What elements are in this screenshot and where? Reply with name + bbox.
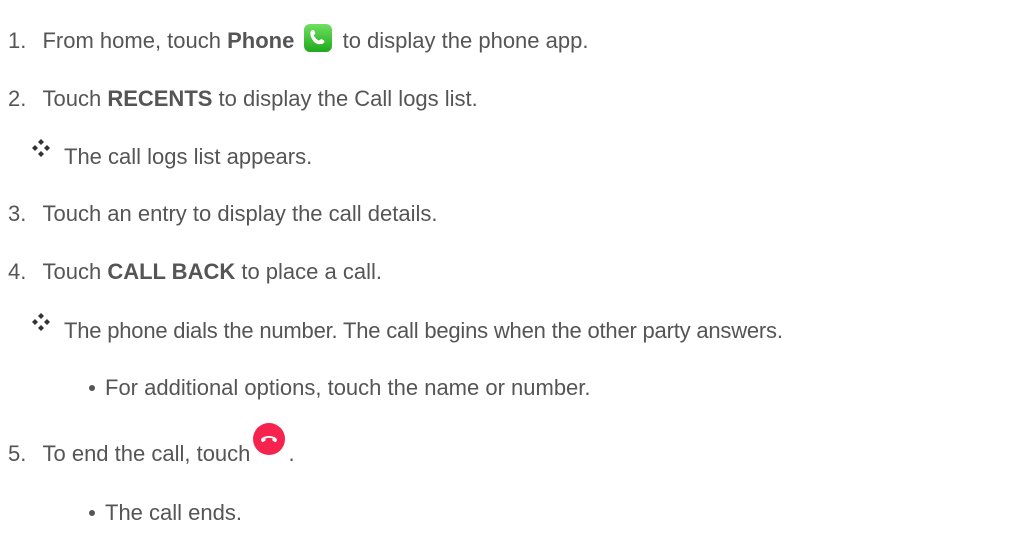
step-number: 5. [8, 441, 27, 466]
bullet-item-2: The call ends. [105, 498, 242, 528]
bullet-item-1: For additional options, touch the name o… [105, 373, 591, 403]
step-bold: RECENTS [107, 86, 213, 111]
step-number: 4. [8, 259, 27, 284]
step-1: 1. From home, touch Phone to display the… [8, 24, 589, 56]
step-bold: Phone [227, 28, 295, 53]
result-1: The call logs list appears. [64, 142, 312, 172]
bullet-text: For additional options, touch the name o… [105, 375, 591, 400]
step-number: 1. [8, 28, 27, 53]
step-3: 3. Touch an entry to display the call de… [8, 199, 438, 229]
step-bold: CALL BACK [107, 259, 236, 284]
result-text: The phone dials the number. The call beg… [64, 318, 783, 343]
step-text-pre: Touch [42, 259, 108, 284]
bullet-text: The call ends. [105, 500, 242, 525]
step-text-post: . [288, 441, 295, 466]
step-text-pre: From home, touch [42, 28, 228, 53]
step-text-pre: To end the call, touch [42, 441, 251, 466]
four-diamond-icon [32, 313, 50, 331]
bullet-dot [89, 510, 95, 516]
step-2: 2. Touch RECENTS to display the Call log… [8, 84, 478, 114]
step-5: 5. To end the call, touch . [8, 423, 295, 469]
step-text-post: to display the phone app. [336, 28, 589, 53]
four-diamond-icon [32, 139, 50, 157]
step-number: 3. [8, 201, 27, 226]
step-number: 2. [8, 86, 27, 111]
step-text-post: to display the Call logs list. [212, 86, 478, 111]
bullet-dot [89, 385, 95, 391]
step-4: 4. Touch CALL BACK to place a call. [8, 257, 382, 287]
step-text-post: to place a call. [235, 259, 382, 284]
result-text: The call logs list appears. [64, 144, 313, 169]
end-call-icon [252, 423, 285, 456]
step-text: Touch an entry to display the call detai… [42, 201, 438, 226]
result-2: The phone dials the number. The call beg… [64, 316, 783, 346]
step-text-pre: Touch [42, 86, 108, 111]
phone-app-icon [304, 24, 333, 53]
